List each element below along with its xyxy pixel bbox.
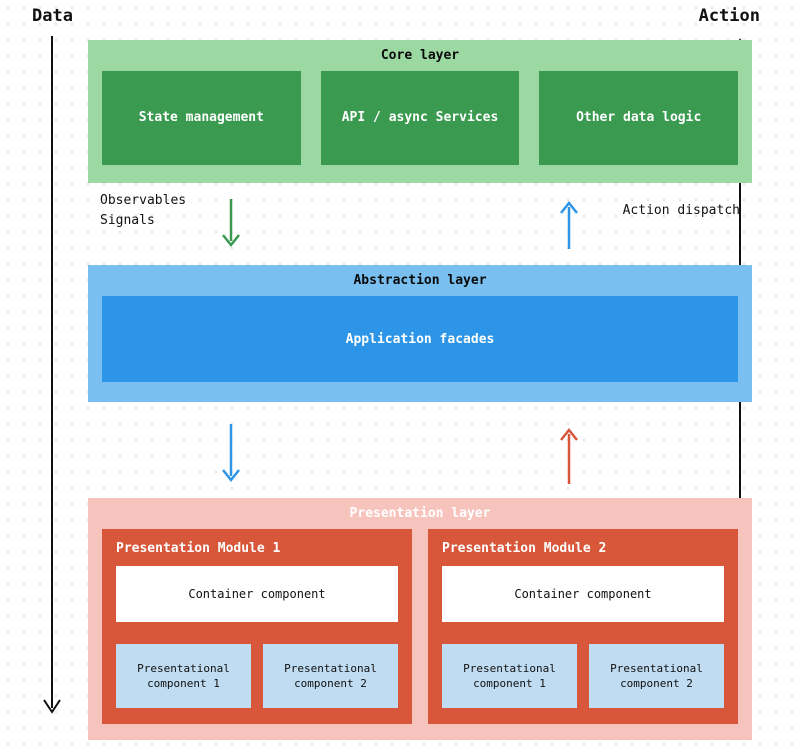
presentation-module-2: Presentation Module 2 Container componen… [428,529,738,724]
core-to-abstraction-arrow [218,197,244,251]
presentation-module-2-title: Presentation Module 2 [442,541,724,566]
application-facades-box: Application facades [102,296,738,382]
module-1-components: Presentational component 1 Presentationa… [116,644,398,708]
presentational-component-2a: Presentational component 1 [442,644,577,708]
action-dispatch-label: Action dispatch [623,203,740,218]
core-abstraction-gap: Observables Signals Action dispatch [88,183,752,265]
core-layer: Core layer State management API / async … [88,40,752,183]
container-component-2: Container component [442,566,724,622]
observables-signals-label: Observables Signals [100,191,186,230]
presentation-to-abstraction-arrow [556,422,582,486]
presentation-layer: Presentation layer Presentation Module 1… [88,498,752,740]
presentational-component-2b: Presentational component 2 [589,644,724,708]
presentation-modules: Presentation Module 1 Container componen… [102,529,738,724]
signals-label: Signals [100,211,186,231]
core-layer-title: Core layer [102,48,738,71]
abstraction-to-core-arrow [556,197,582,251]
core-layer-boxes: State management API / async Services Ot… [102,71,738,165]
observables-label: Observables [100,191,186,211]
presentation-layer-title: Presentation layer [102,506,738,529]
container-component-1: Container component [116,566,398,622]
presentational-component-1b: Presentational component 2 [263,644,398,708]
presentational-component-1a: Presentational component 1 [116,644,251,708]
abstraction-layer: Abstraction layer Application facades [88,265,752,402]
state-management-box: State management [102,71,301,165]
action-flow-label: Action [699,6,760,26]
abstraction-presentation-gap [88,402,752,498]
abstraction-to-presentation-arrow [218,422,244,486]
presentation-module-1-title: Presentation Module 1 [116,541,398,566]
layers-container: Core layer State management API / async … [88,40,752,740]
data-flow-arrow-down [40,32,64,720]
abstraction-layer-title: Abstraction layer [102,273,738,296]
api-async-services-box: API / async Services [321,71,520,165]
data-flow-label: Data [32,6,73,26]
module-2-components: Presentational component 1 Presentationa… [442,644,724,708]
other-data-logic-box: Other data logic [539,71,738,165]
presentation-module-1: Presentation Module 1 Container componen… [102,529,412,724]
